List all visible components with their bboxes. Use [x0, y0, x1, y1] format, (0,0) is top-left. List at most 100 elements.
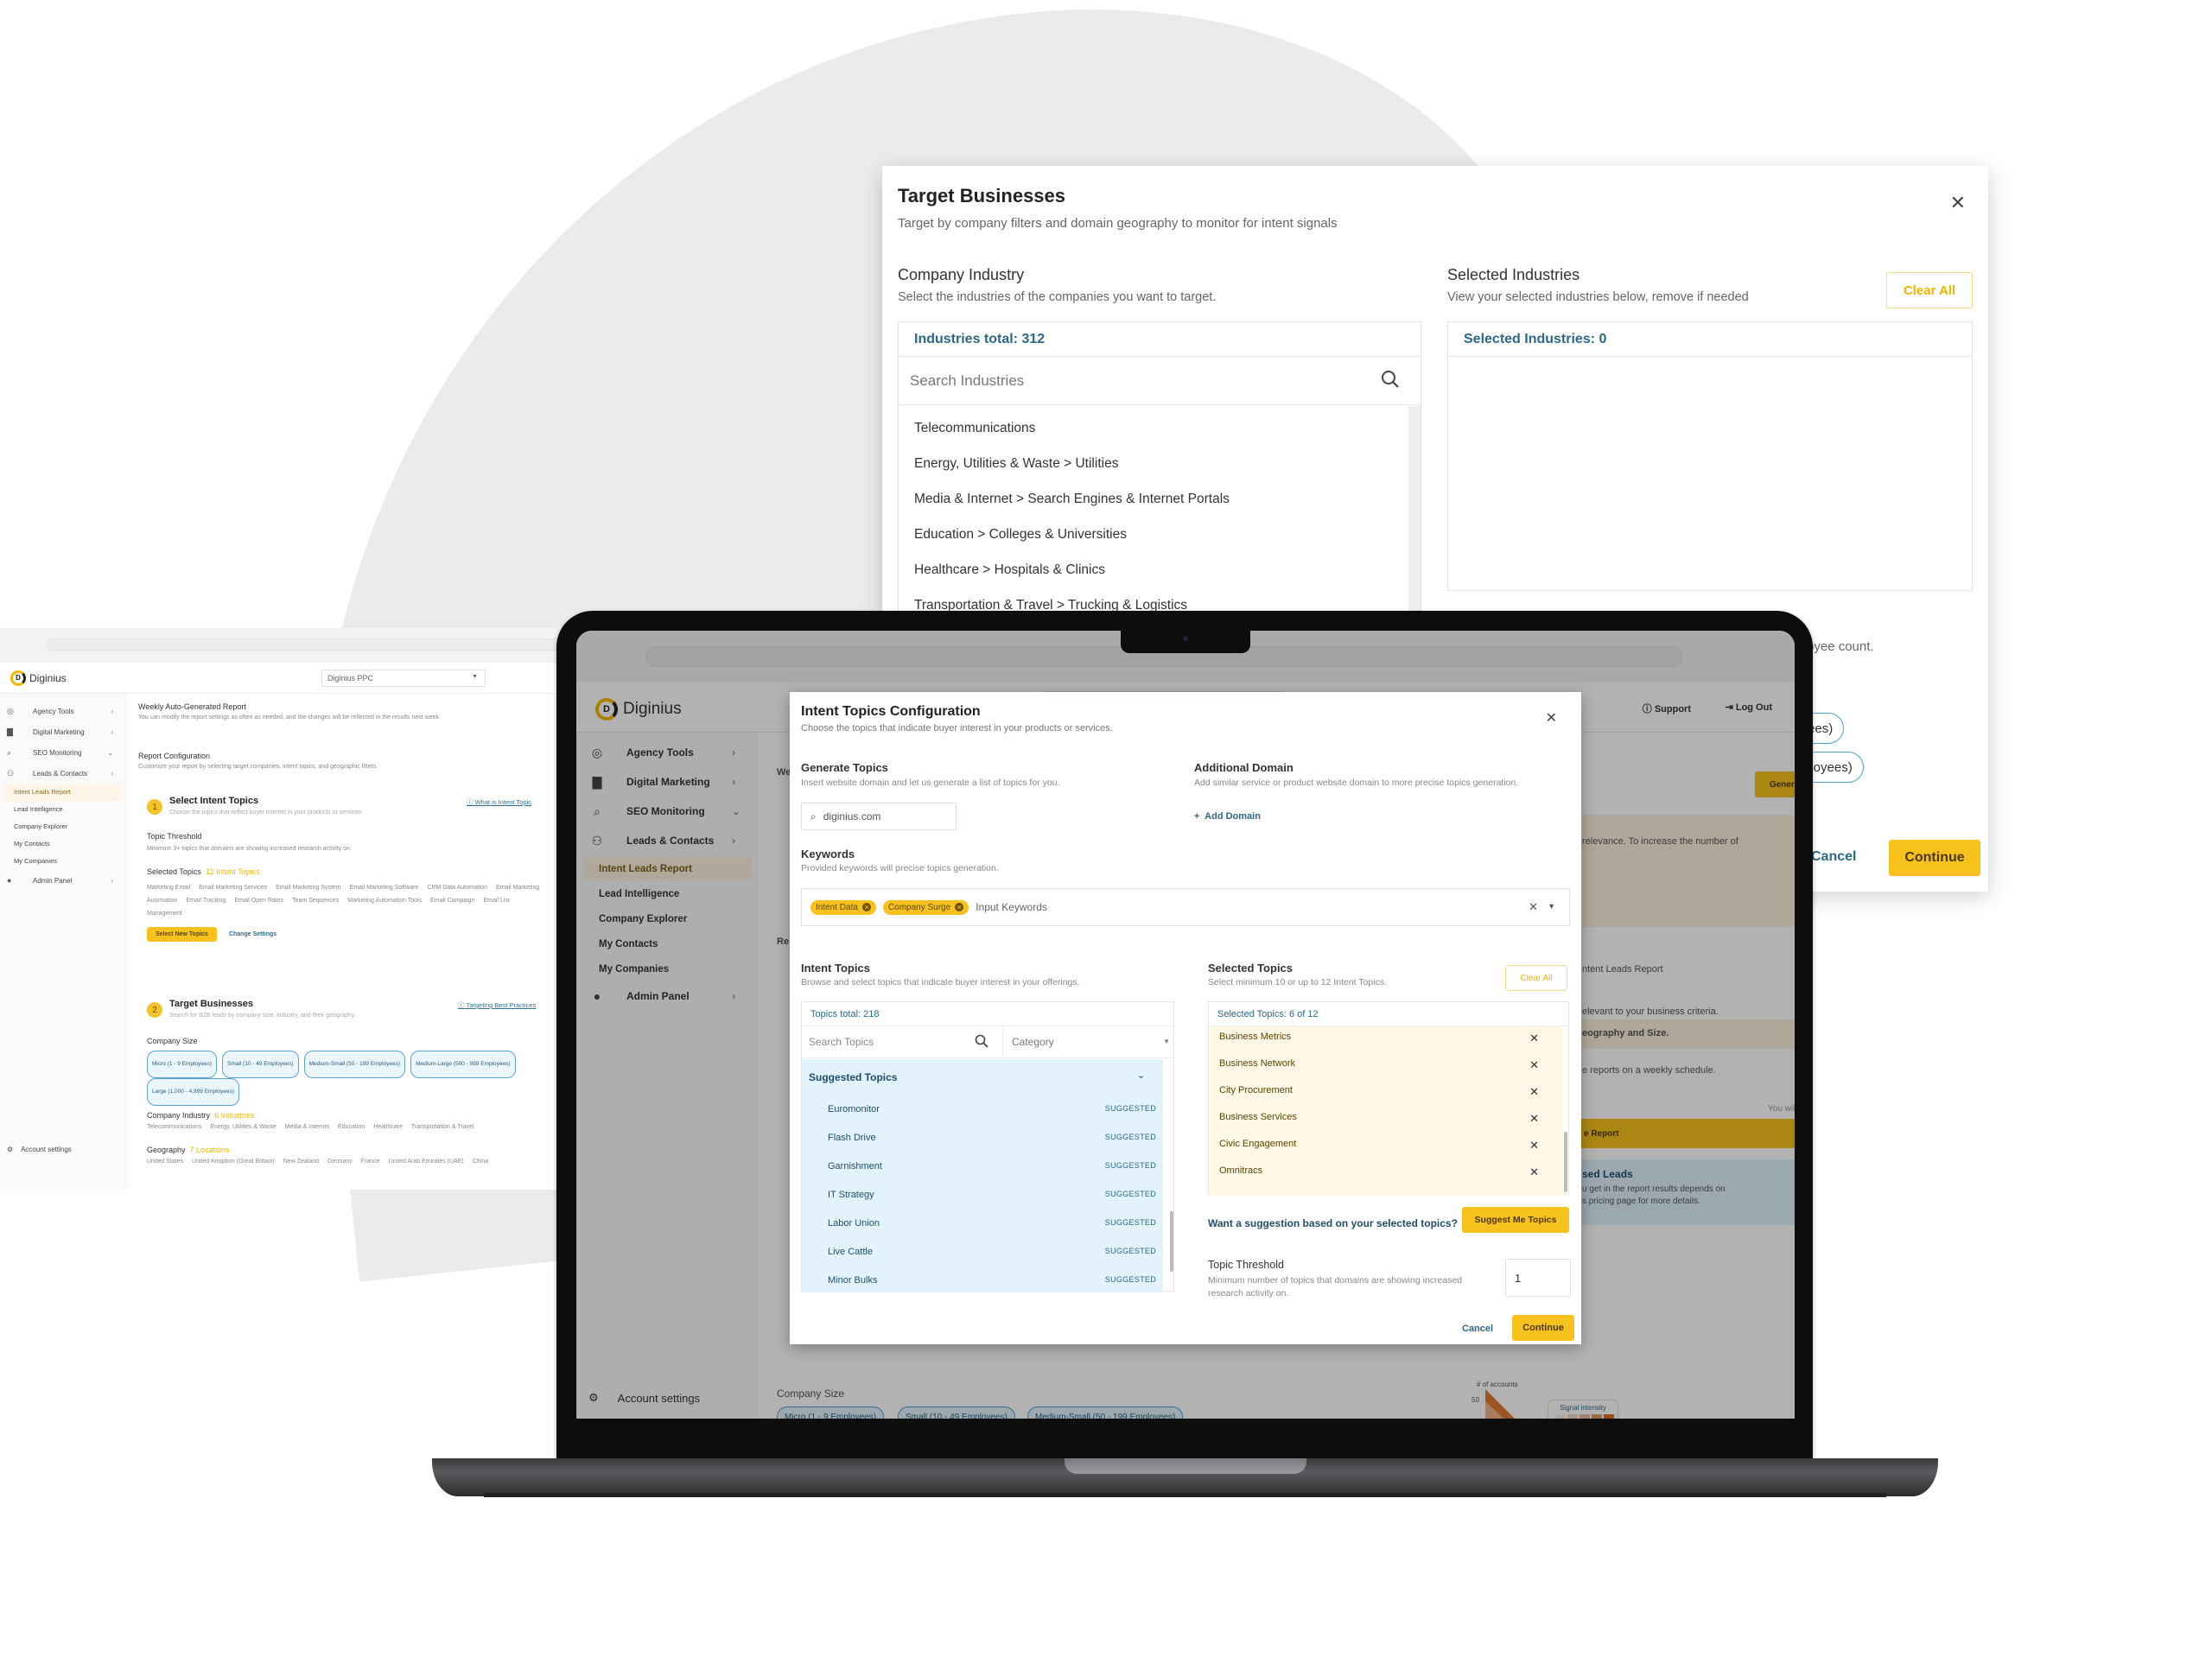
category-select[interactable]: Category ▼	[1002, 1026, 1175, 1058]
topic-item: Marketing Automation Tools	[347, 898, 423, 904]
cancel-button[interactable]: Cancel	[1462, 1324, 1493, 1334]
industry-option[interactable]: Healthcare > Hospitals & Clinics	[899, 552, 1421, 587]
clear-icon[interactable]: ✕	[1529, 900, 1538, 914]
size-pill[interactable]: Large (1,000 - 4,999 Employees)	[147, 1078, 240, 1106]
keywords-input[interactable]: Intent Data ✕ Company Surge ✕ Input Keywor…	[801, 888, 1570, 926]
topic-label: IT Strategy	[828, 1190, 874, 1200]
suggested-topic-row[interactable]: Labor Union SUGGESTED	[828, 1218, 1156, 1235]
cancel-button[interactable]: Cancel	[1811, 849, 1856, 865]
remove-topic-icon[interactable]: ✕	[1529, 1085, 1539, 1099]
remove-topic-icon[interactable]: ✕	[1529, 1058, 1539, 1072]
chevron-right-icon: ›	[111, 769, 113, 778]
geo-item: United States	[147, 1159, 184, 1164]
remove-topic-icon[interactable]: ✕	[1529, 1139, 1539, 1152]
suggested-topic-row[interactable]: IT Strategy SUGGESTED	[828, 1190, 1156, 1207]
topic-threshold-input[interactable]: 1	[1505, 1259, 1571, 1297]
suggested-topics-header[interactable]: Suggested Topics	[809, 1071, 897, 1083]
sidebar-item-admin-panel[interactable]: ● Admin Panel ›	[0, 870, 125, 891]
gear-icon: ⚙	[7, 1146, 14, 1153]
remove-topic-icon[interactable]: ✕	[1529, 1032, 1539, 1045]
industry-option[interactable]: Education > Colleges & Universities	[899, 517, 1421, 552]
suggested-topic-row[interactable]: Minor Bulks SUGGESTED	[828, 1275, 1156, 1292]
suggested-topic-row[interactable]: Live Cattle SUGGESTED	[828, 1247, 1156, 1264]
chevron-right-icon: ›	[111, 727, 113, 736]
remove-chip-icon[interactable]: ✕	[861, 903, 871, 911]
size-pill[interactable]: Medium-Large (500 - 999 Employees)	[410, 1051, 516, 1078]
size-pill[interactable]: Micro (1 - 9 Employees)	[147, 1051, 217, 1078]
sidebar-item-agency-tools[interactable]: ◎ Agency Tools ›	[0, 701, 125, 721]
selected-topics-title: Selected Topics	[1208, 962, 1294, 975]
selected-topic-row: Business Services ✕	[1219, 1112, 1553, 1129]
add-domain-button[interactable]: + Add Domain	[1194, 811, 1261, 822]
geo-item: Germany	[327, 1159, 353, 1164]
address-bar[interactable]	[47, 638, 570, 651]
size-pill[interactable]: Small (10 - 49 Employees)	[222, 1051, 299, 1078]
company-industry-label: Company Industry	[147, 1111, 211, 1120]
sidebar-item-my-companies[interactable]: My Companies	[0, 853, 125, 870]
account-select[interactable]: Diginius PPC ▼	[321, 670, 486, 687]
caret-down-icon: ▼	[1163, 1038, 1170, 1045]
keyword-chip[interactable]: Company Surge ✕	[882, 899, 969, 915]
sidebar-item-digital-marketing[interactable]: ▇ Digital Marketing ›	[0, 721, 125, 742]
topic-item: Email Campaign	[430, 898, 475, 904]
caret-down-icon[interactable]: ▼	[1548, 902, 1555, 911]
sidebar-item-my-contacts[interactable]: My Contacts	[0, 835, 125, 853]
keyword-chip[interactable]: Intent Data ✕	[810, 899, 876, 915]
help-icon: ⓘ	[467, 798, 474, 806]
remove-topic-icon[interactable]: ✕	[1529, 1165, 1539, 1179]
topic-label: Business Metrics	[1219, 1032, 1292, 1042]
chevron-right-icon: ›	[111, 707, 113, 715]
industry-option[interactable]: Telecommunications	[899, 410, 1421, 446]
industry-search-input[interactable]: Search Industries	[899, 357, 1421, 405]
continue-button[interactable]: Continue	[1512, 1315, 1574, 1341]
topics-search-input[interactable]: Search Topics	[809, 1036, 874, 1048]
suggested-tag: SUGGESTED	[1104, 1275, 1156, 1284]
left-app-window: D Diginius Diginius PPC ▼ ◎ Agency Tools › …	[0, 628, 570, 1190]
keywords-placeholder: Input Keywords	[976, 901, 1047, 913]
selected-industries-count: Selected Industries: 0	[1448, 322, 1972, 357]
suggested-topic-row[interactable]: Euromonitor SUGGESTED	[828, 1104, 1156, 1121]
industry-item: Transportation & Travel	[411, 1124, 474, 1130]
suggest-me-topics-button[interactable]: Suggest Me Topics	[1462, 1207, 1569, 1233]
sidebar-item-lead-intelligence[interactable]: Lead Intelligence	[0, 801, 125, 818]
industry-option[interactable]: Media & Internet > Search Engines & Inte…	[899, 481, 1421, 517]
what-is-intent-topic-link[interactable]: ⓘ What is Intent Topic	[467, 797, 531, 807]
chevron-down-icon[interactable]: ⌄	[1137, 1070, 1145, 1081]
clear-all-button[interactable]: Clear All	[1886, 272, 1973, 308]
size-pill[interactable]: Medium-Small (50 - 199 Employees)	[303, 1051, 406, 1078]
sidebar-item-company-explorer[interactable]: Company Explorer	[0, 818, 125, 835]
selected-topics-desc: Select minimum 10 or up to 12 Intent Top…	[1208, 977, 1387, 987]
nav-label: SEO Monitoring	[33, 748, 82, 757]
additional-domain-desc: Add similar service or product website d…	[1194, 778, 1519, 788]
close-icon[interactable]: ✕	[1546, 709, 1557, 727]
suggested-topic-row[interactable]: Flash Drive SUGGESTED	[828, 1133, 1156, 1150]
suggested-topic-row[interactable]: Garnishment SUGGESTED	[828, 1161, 1156, 1178]
sidebar-item-seo-monitoring[interactable]: ⌕ SEO Monitoring ⌄	[0, 742, 125, 763]
topic-label: Garnishment	[828, 1161, 882, 1172]
suggested-tag: SUGGESTED	[1104, 1104, 1156, 1113]
remove-topic-icon[interactable]: ✕	[1529, 1112, 1539, 1126]
change-settings-link[interactable]: Change Settings	[229, 931, 276, 937]
continue-button[interactable]: Continue	[1889, 840, 1980, 876]
sidebar: ◎ Agency Tools › ▇ Digital Marketing › ⌕ SEO …	[0, 694, 126, 1190]
targeting-best-practices-link[interactable]: ⓘ Targeting Best Practices	[458, 1000, 536, 1010]
topic-label: Minor Bulks	[828, 1275, 878, 1286]
generate-topics-desc: Insert website domain and let us generat…	[801, 778, 1060, 788]
clear-all-button[interactable]: Clear All	[1505, 965, 1567, 991]
topic-item: Email Marketing Software	[349, 885, 419, 891]
geography-label: Geography	[147, 1146, 186, 1154]
scrollbar[interactable]	[1564, 1132, 1567, 1192]
industry-option[interactable]: Energy, Utilities & Waste > Utilities	[899, 446, 1421, 481]
scrollbar[interactable]	[1170, 1211, 1173, 1272]
remove-chip-icon[interactable]: ✕	[955, 903, 964, 911]
close-icon[interactable]: ✕	[1950, 192, 1966, 214]
sidebar-item-leads-contacts[interactable]: ⚇ Leads & Contacts ›	[0, 763, 125, 784]
modal-title: Intent Topics Configuration	[801, 704, 981, 719]
topic-item: Marketing Email	[147, 885, 191, 891]
topic-label: Business Network	[1219, 1058, 1296, 1069]
domain-input[interactable]: ⌕ diginius.com	[801, 803, 957, 830]
selected-topics-list: Business Metrics ✕ Business Network ✕ City P…	[1209, 1026, 1563, 1196]
select-new-topics-button[interactable]: Select New Topics	[147, 927, 217, 942]
account-settings-link[interactable]: ⚙ Account settings	[7, 1146, 72, 1153]
sidebar-item-intent-leads-report[interactable]: Intent Leads Report	[3, 784, 122, 801]
